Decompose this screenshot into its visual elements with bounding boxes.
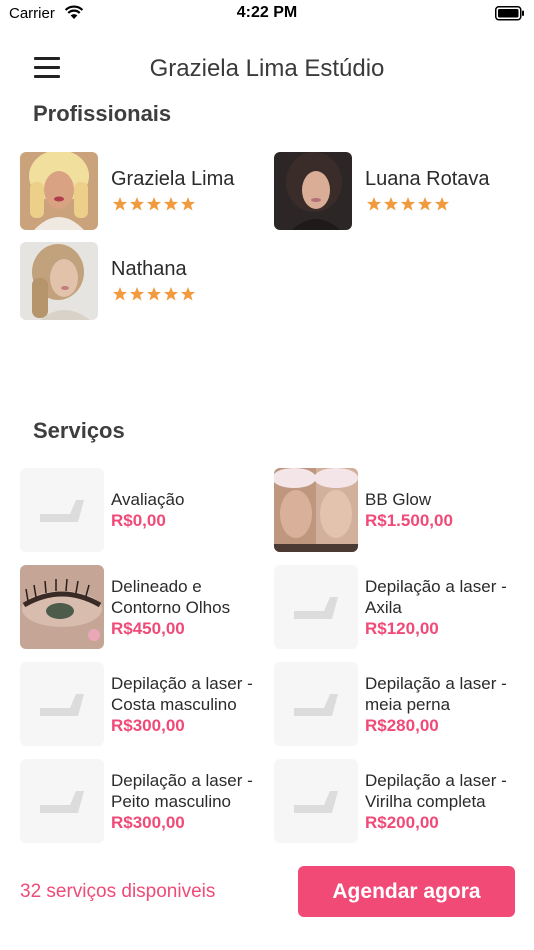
professional-card-nathana[interactable]: Nathana (20, 242, 260, 322)
star-icon (401, 197, 415, 211)
star-icon (113, 197, 127, 211)
star-icon (418, 197, 432, 211)
page-title: Graziela Lima Estúdio (149, 55, 385, 82)
service-price: R$450,00 (111, 618, 185, 638)
service-price: R$300,00 (111, 812, 185, 832)
star-icon (130, 287, 144, 301)
service-name: Avaliação (111, 490, 185, 509)
star-icon (181, 287, 195, 301)
professional-name: Graziela Lima (111, 168, 235, 190)
service-price: R$280,00 (365, 715, 439, 735)
placeholder-image-icon (20, 468, 104, 552)
service-price: R$0,00 (111, 511, 166, 530)
service-card[interactable]: Depilação a laser - Virilha completa R$2… (274, 759, 524, 845)
professionals-heading: Profissionais (33, 101, 172, 126)
star-icon (164, 287, 178, 301)
professional-name: Nathana (111, 258, 187, 280)
service-card[interactable]: Depilação a laser - Peito masculino R$30… (20, 759, 270, 845)
service-photo (20, 565, 104, 649)
star-icon (113, 287, 127, 301)
service-price: R$120,00 (365, 618, 439, 638)
star-icon (147, 287, 161, 301)
battery-icon (495, 6, 525, 26)
service-name: Depilação a laser - Costa masculino (111, 673, 253, 714)
service-card[interactable]: BB Glow R$1.500,00 (274, 468, 524, 554)
service-name: Depilação a laser - Peito masculino (111, 770, 253, 811)
avatar (20, 242, 98, 320)
service-price: R$1.500,00 (365, 511, 453, 530)
service-card[interactable]: Delineado e Contorno Olhos R$450,00 (20, 565, 270, 651)
service-card[interactable]: Depilação a laser - Axila R$120,00 (274, 565, 524, 651)
professional-name: Luana Rotava (365, 168, 490, 190)
star-icon (130, 197, 144, 211)
services-heading: Serviços (33, 418, 125, 443)
service-name: Depilação a laser - Virilha completa (365, 770, 507, 811)
book-now-button[interactable]: Agendar agora (298, 866, 515, 917)
placeholder-image-icon (274, 662, 358, 746)
service-card[interactable]: Avaliação R$0,00 (20, 468, 270, 554)
star-icon (164, 197, 178, 211)
service-card[interactable]: Depilação a laser - meia perna R$280,00 (274, 662, 524, 748)
rating-stars (366, 196, 450, 212)
avatar (274, 152, 352, 230)
placeholder-image-icon (274, 565, 358, 649)
service-name: Delineado e Contorno Olhos (111, 576, 231, 617)
rating-stars (112, 196, 196, 212)
professional-card-graziela[interactable]: Graziela Lima (20, 152, 260, 232)
placeholder-image-icon (20, 759, 104, 843)
professional-card-luana[interactable]: Luana Rotava (274, 152, 514, 232)
nav-bar: Graziela Lima Estúdio (0, 45, 534, 91)
placeholder-image-icon (20, 662, 104, 746)
avatar (20, 152, 98, 230)
service-price: R$200,00 (365, 812, 439, 832)
star-icon (181, 197, 195, 211)
star-icon (367, 197, 381, 211)
clock: 4:22 PM (236, 4, 298, 21)
service-name: Depilação a laser - Axila (365, 576, 507, 617)
service-name: BB Glow (365, 490, 432, 509)
star-icon (384, 197, 398, 211)
placeholder-image-icon (274, 759, 358, 843)
service-photo (274, 468, 358, 552)
service-name: Depilação a laser - meia perna (365, 673, 507, 714)
service-price: R$300,00 (111, 715, 185, 735)
rating-stars (112, 286, 196, 302)
star-icon (435, 197, 449, 211)
service-card[interactable]: Depilação a laser - Costa masculino R$30… (20, 662, 270, 748)
star-icon (147, 197, 161, 211)
services-count-link[interactable]: 32 serviços disponiveis (20, 881, 215, 903)
status-bar: Carrier 4:22 PM (0, 0, 534, 30)
